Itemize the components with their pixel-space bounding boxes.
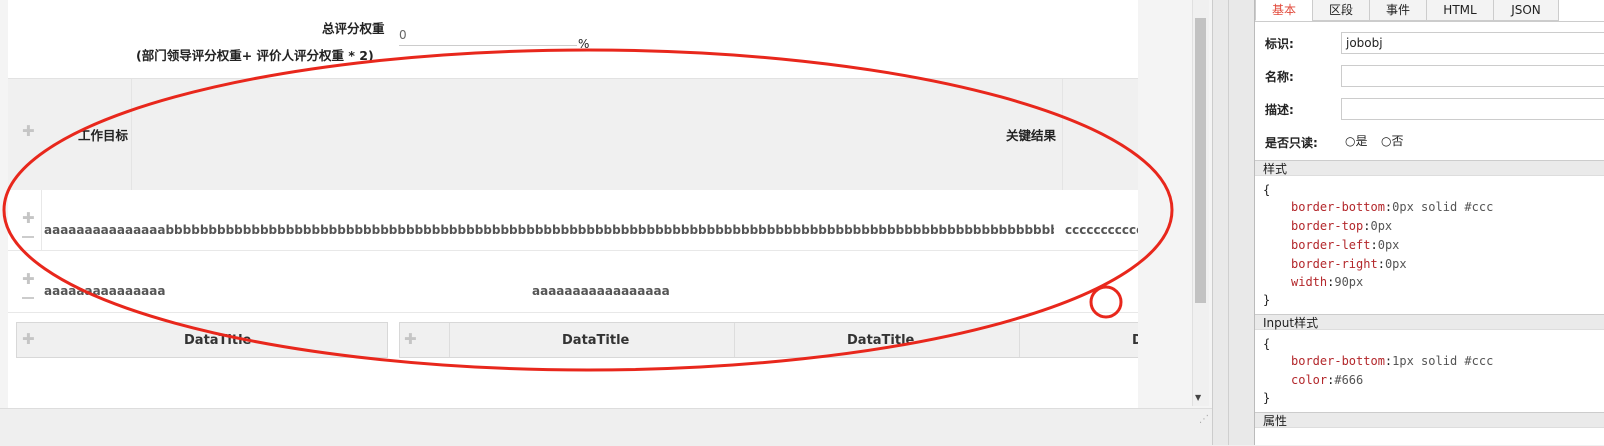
style-rule[interactable]: border-left:0px xyxy=(1291,238,1399,252)
radio-icon: ○ xyxy=(1345,134,1356,148)
attr-section-header[interactable]: 属性 xyxy=(1255,412,1604,428)
radio-icon: ○ xyxy=(1381,134,1392,148)
style-rule[interactable]: width:90px xyxy=(1291,275,1363,289)
tab-html[interactable]: HTML xyxy=(1426,0,1494,21)
style-section-header[interactable]: 样式 xyxy=(1255,160,1604,176)
input-style-section-header[interactable]: Input样式 xyxy=(1255,314,1604,330)
annotation-circle xyxy=(1089,285,1123,319)
desc-input[interactable] xyxy=(1341,98,1604,120)
readonly-label: 是否只读: xyxy=(1265,136,1318,150)
panel-divider[interactable] xyxy=(1212,0,1255,445)
form-editor: 总评分权重 (部门领导评分权重+ 评价人评分权重 * 2) 0 % ✚ 工作目标… xyxy=(0,0,1212,445)
style-rule[interactable]: border-right:0px xyxy=(1291,257,1407,271)
tab-section[interactable]: 区段 xyxy=(1312,0,1370,21)
desc-label: 描述: xyxy=(1265,103,1294,117)
scroll-down-arrow-icon[interactable]: ▼ xyxy=(1195,393,1201,402)
properties-panel: 基本 区段 事件 HTML JSON 标识: jobobj 名称: 描述: 是否… xyxy=(1254,0,1604,445)
annotation-ellipse xyxy=(2,48,1174,372)
horizontal-scrollbar[interactable] xyxy=(0,408,1212,446)
tab-json[interactable]: JSON xyxy=(1493,0,1559,21)
readonly-yes-radio[interactable]: ○是 xyxy=(1345,132,1368,149)
style-rule[interactable]: border-top:0px xyxy=(1291,219,1392,233)
style-rule[interactable]: border-bottom:0px solid #ccc xyxy=(1291,200,1493,214)
vertical-scrollbar-thumb[interactable] xyxy=(1195,18,1206,303)
input-style-rule[interactable]: border-bottom:1px solid #ccc xyxy=(1291,354,1493,368)
id-input[interactable]: jobobj xyxy=(1341,32,1604,54)
id-label: 标识: xyxy=(1265,37,1294,51)
tab-events[interactable]: 事件 xyxy=(1369,0,1427,21)
input-style-rule[interactable]: color:#666 xyxy=(1291,373,1363,387)
readonly-no-radio[interactable]: ○否 xyxy=(1381,132,1404,149)
name-input[interactable] xyxy=(1341,65,1604,87)
resize-grip-icon[interactable]: ⋰ xyxy=(1199,414,1209,425)
annotation-overlay xyxy=(2,48,1174,372)
name-label: 名称: xyxy=(1265,70,1294,84)
tab-basic[interactable]: 基本 xyxy=(1255,0,1313,21)
